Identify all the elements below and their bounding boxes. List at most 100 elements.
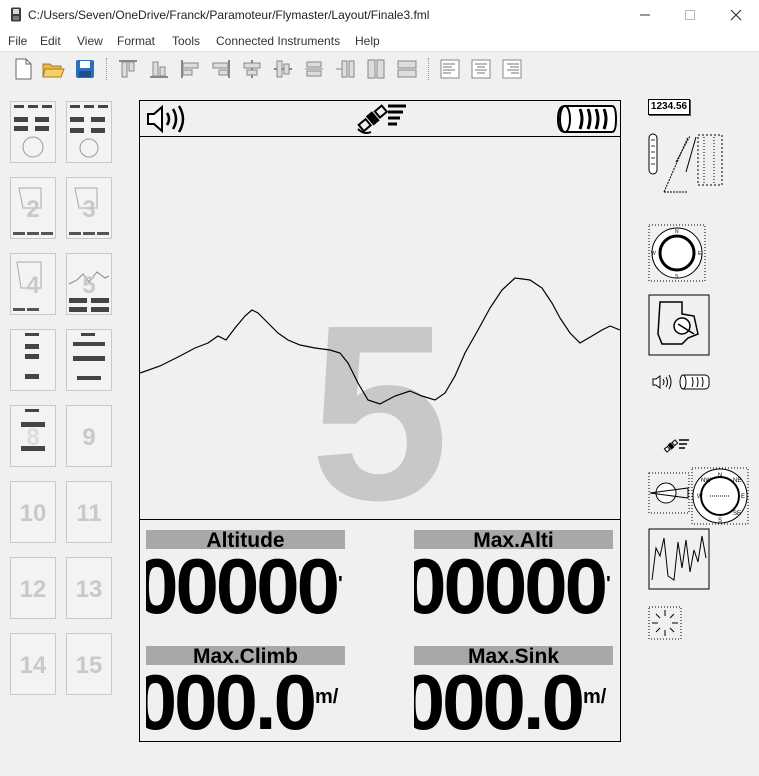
text-align-left-button[interactable] — [437, 56, 463, 82]
map-region-icon[interactable] — [648, 294, 710, 356]
page-thumb-1[interactable] — [10, 101, 56, 163]
text-align-center-button[interactable] — [468, 56, 494, 82]
page-thumb-2-preview[interactable] — [66, 101, 112, 163]
menu-connected-instruments[interactable]: Connected Instruments — [216, 34, 340, 48]
sound-icon[interactable] — [146, 103, 190, 135]
page-number: 9 — [82, 424, 96, 451]
center-horizontal-icon — [243, 60, 261, 78]
menu-format[interactable]: Format — [117, 34, 155, 48]
page-preview-icon — [70, 105, 108, 158]
align-left-icon — [181, 60, 199, 78]
page-thumb-3[interactable]: 3 — [66, 177, 112, 239]
maximize-icon — [685, 10, 695, 20]
page-thumb-7[interactable] — [66, 329, 112, 391]
page-thumb-15[interactable]: 15 — [66, 633, 112, 695]
page-thumb-8[interactable]: 8 — [10, 405, 56, 467]
sound-battery-icon[interactable] — [652, 373, 712, 391]
field-unit-altitude: ' — [338, 573, 343, 595]
altitude-graph-icon[interactable] — [648, 528, 710, 590]
field-label-max-climb: Max.Climb — [146, 646, 345, 665]
minimize-button[interactable] — [634, 4, 656, 26]
field-value-max-sink[interactable]: 000.0 — [414, 667, 582, 737]
menu-tools[interactable]: Tools — [172, 34, 200, 48]
page-thumb-9[interactable]: 9 — [66, 405, 112, 467]
align-top-icon — [119, 60, 137, 78]
instrument-screen: 5 Altitude 00000 ' Max.Alti 00000 ' Max.… — [139, 100, 621, 742]
window-title: C:/Users/Seven/OneDrive/Franck/Paramoteu… — [28, 8, 430, 22]
gps-satellite-icon[interactable] — [662, 437, 690, 457]
vario-bar-icon[interactable] — [646, 132, 726, 196]
compass-rose-icon[interactable]: N W E S — [648, 224, 706, 282]
battery-icon[interactable] — [556, 103, 618, 135]
page-number: 12 — [19, 576, 47, 603]
field-label-max-sink: Max.Sink — [414, 646, 613, 665]
svg-text:S: S — [718, 518, 722, 524]
thermal-helper-icon[interactable] — [648, 606, 682, 640]
title-bar: C:/Users/Seven/OneDrive/Franck/Paramoteu… — [0, 0, 759, 30]
menu-edit[interactable]: Edit — [40, 34, 61, 48]
value-text: 00000 — [414, 551, 605, 621]
gps-satellite-icon[interactable] — [354, 102, 408, 136]
page-thumb-5[interactable]: 5 — [66, 253, 112, 315]
field-value-max-alti[interactable]: 00000 — [414, 551, 605, 621]
distribute-horizontal-button[interactable] — [301, 56, 327, 82]
value-text: 000.0 — [414, 667, 582, 737]
text-align-left-icon — [440, 59, 460, 79]
maximize-button[interactable] — [679, 4, 701, 26]
page-number: 13 — [75, 576, 103, 603]
field-value-max-climb[interactable]: 000.0 — [146, 667, 314, 737]
same-width-button[interactable] — [363, 56, 389, 82]
menu-bar: File Edit View Format Tools Connected In… — [0, 30, 759, 52]
save-disk-icon — [76, 60, 94, 78]
align-right-button[interactable] — [208, 56, 234, 82]
align-right-icon — [212, 60, 230, 78]
svg-text:N: N — [675, 229, 679, 235]
page-thumb-11[interactable]: 11 — [66, 481, 112, 543]
toolbar — [0, 52, 759, 86]
open-folder-icon — [42, 63, 65, 78]
menu-help[interactable]: Help — [355, 34, 380, 48]
center-horizontal-button[interactable] — [239, 56, 265, 82]
page-number: 2 — [26, 196, 40, 223]
close-button[interactable] — [725, 4, 747, 26]
field-unit-max-alti: ' — [606, 573, 611, 595]
save-button[interactable] — [72, 56, 98, 82]
svg-text:NE: NE — [733, 478, 741, 484]
page-number: 5 — [82, 272, 96, 299]
page-number: 11 — [76, 500, 102, 527]
page-thumb-12[interactable]: 12 — [10, 557, 56, 619]
field-unit-max-climb: m/ — [315, 686, 339, 708]
page-thumb-2[interactable]: 2 — [10, 177, 56, 239]
page-thumb-6[interactable] — [10, 329, 56, 391]
altitude-graph-line — [140, 277, 620, 405]
text-align-right-icon — [502, 59, 522, 79]
page-thumb-10[interactable]: 10 — [10, 481, 56, 543]
svg-text:W: W — [651, 251, 656, 257]
distribute-vertical-button[interactable] — [332, 56, 358, 82]
value-text: 00000 — [146, 551, 337, 621]
wind-compass-icon[interactable]: N NE E SE S W NW — [648, 466, 750, 526]
number-widget[interactable]: 1234.56 — [648, 99, 690, 115]
altitude-graph[interactable]: 5 — [140, 138, 620, 520]
menu-file[interactable]: File — [8, 34, 27, 48]
minimize-icon — [640, 14, 650, 16]
app-icon — [11, 7, 21, 22]
align-bottom-button[interactable] — [146, 56, 172, 82]
page-thumb-14[interactable]: 14 — [10, 633, 56, 695]
open-button[interactable] — [40, 56, 66, 82]
same-height-button[interactable] — [394, 56, 420, 82]
align-top-button[interactable] — [115, 56, 141, 82]
menu-view[interactable]: View — [77, 34, 103, 48]
text-align-center-icon — [471, 59, 491, 79]
svg-text:NW: NW — [701, 478, 711, 484]
same-height-icon — [397, 60, 417, 78]
center-vertical-button[interactable] — [270, 56, 296, 82]
page-thumb-13[interactable]: 13 — [66, 557, 112, 619]
page-thumb-4[interactable]: 4 — [10, 253, 56, 315]
compass-letter-n: N — [718, 473, 722, 479]
new-button[interactable] — [10, 56, 36, 82]
align-left-button[interactable] — [177, 56, 203, 82]
text-align-right-button[interactable] — [499, 56, 525, 82]
field-value-altitude[interactable]: 00000 — [146, 551, 337, 621]
align-bottom-icon — [150, 61, 168, 78]
